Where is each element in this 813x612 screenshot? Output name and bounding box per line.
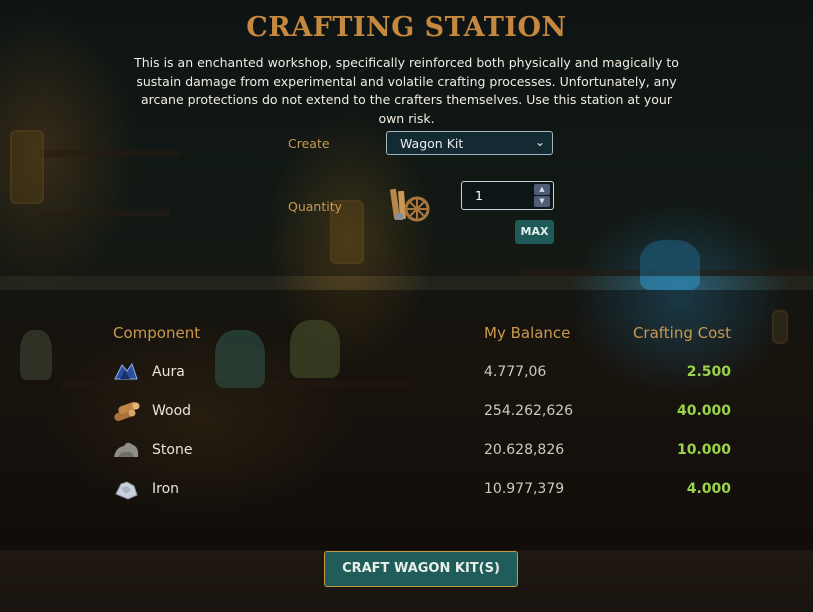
component-name: Iron <box>152 481 180 497</box>
balance-value: 20.628,826 <box>484 442 565 458</box>
wood-icon <box>114 401 140 422</box>
balance-value: 4.777,06 <box>484 364 547 380</box>
balance-value: 254.262,626 <box>484 403 574 419</box>
wagon-kit-icon <box>390 188 430 222</box>
component-name: Wood <box>152 403 192 419</box>
station-description: This is an enchanted workshop, specifica… <box>134 55 679 126</box>
chevron-down-icon: ⌄ <box>534 135 545 149</box>
quantity-stepper[interactable]: ▲ ▼ <box>534 184 550 207</box>
cost-value: 2.500 <box>686 364 731 380</box>
cost-value: 40.000 <box>676 403 731 419</box>
table-row: Aura 4.777,06 2.500 <box>0 359 813 387</box>
cost-value: 10.000 <box>676 442 731 458</box>
iron-icon <box>115 481 138 500</box>
quantity-label: Quantity <box>288 199 343 214</box>
table-row: Wood 254.262,626 40.000 <box>0 398 813 426</box>
balance-value: 10.977,379 <box>484 481 565 497</box>
create-item-value: Wagon Kit <box>400 136 464 151</box>
craft-button[interactable]: CRAFT WAGON KIT(S) <box>324 551 518 587</box>
cost-value: 4.000 <box>686 481 731 497</box>
stone-icon <box>114 442 139 457</box>
create-item-select[interactable]: Wagon Kit ⌄ <box>386 131 553 155</box>
table-row: Stone 20.628,826 10.000 <box>0 437 813 465</box>
cost-header: Crafting Cost <box>632 324 731 342</box>
quantity-value: 1 <box>475 188 483 203</box>
component-name: Aura <box>152 364 185 380</box>
balance-header: My Balance <box>484 324 571 342</box>
component-header: Component <box>113 324 201 342</box>
decrement-arrow-icon[interactable]: ▼ <box>534 196 550 207</box>
increment-arrow-icon[interactable]: ▲ <box>534 184 550 195</box>
component-name: Stone <box>152 442 193 458</box>
quantity-input[interactable]: 1 ▲ ▼ <box>461 181 554 210</box>
table-row: Iron 10.977,379 4.000 <box>0 476 813 504</box>
max-button[interactable]: MAX <box>515 220 554 244</box>
page-title: CRAFTING STATION <box>246 12 567 43</box>
aura-icon <box>114 362 138 380</box>
create-label: Create <box>288 136 330 151</box>
